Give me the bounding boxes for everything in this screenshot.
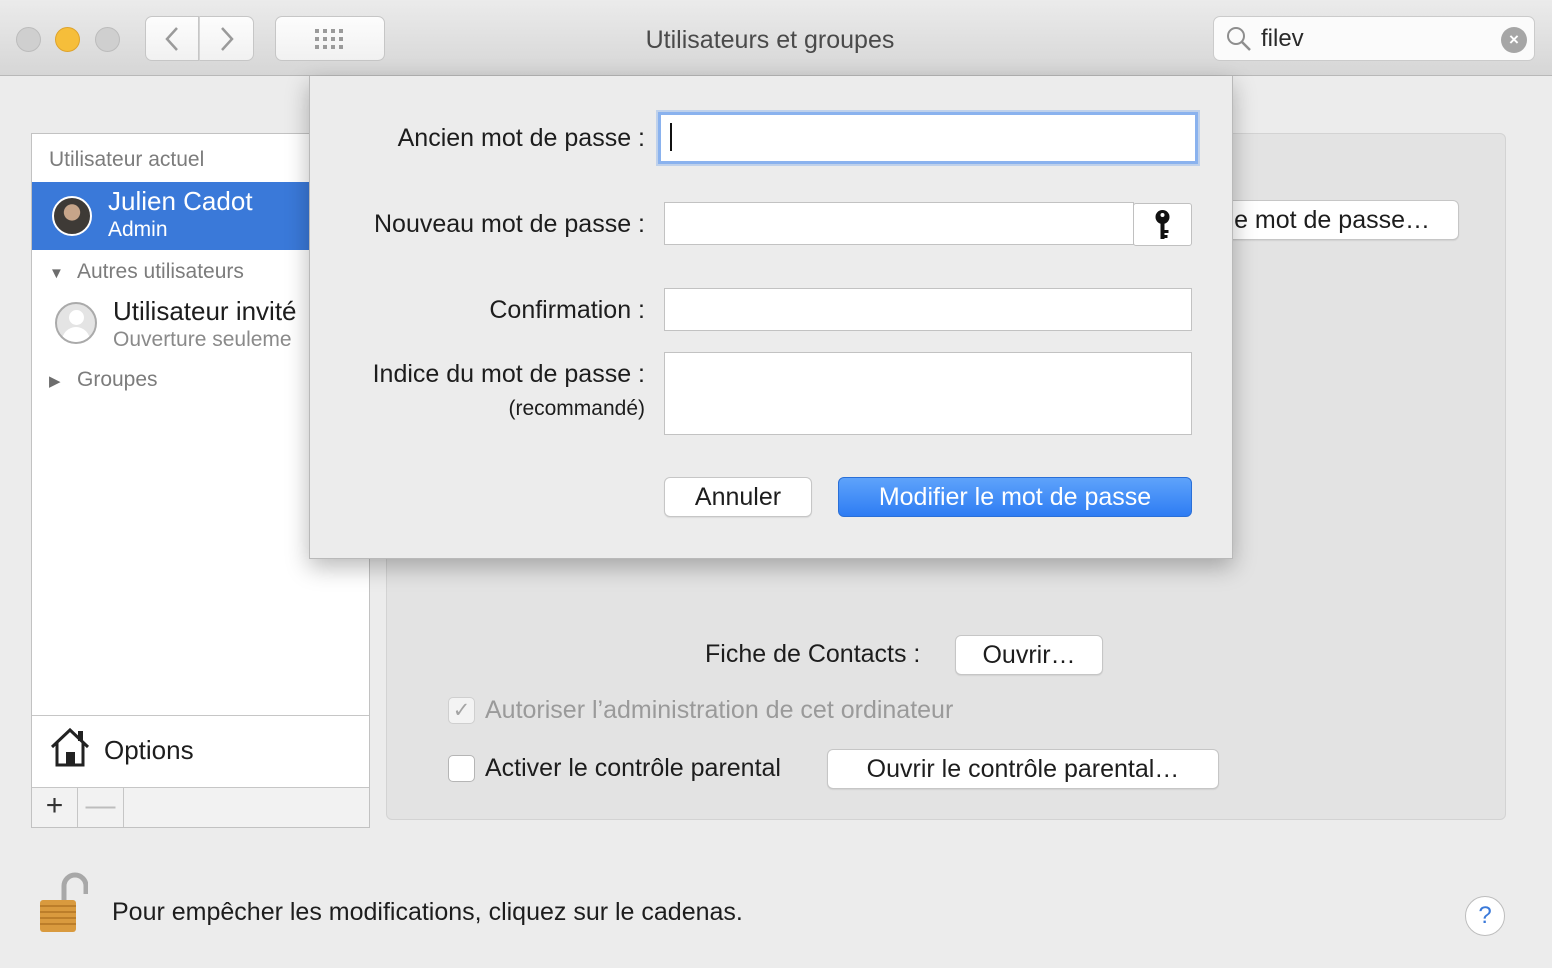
parental-control-label: Activer le contrôle parental bbox=[485, 754, 781, 782]
old-password-label: Ancien mot de passe : bbox=[397, 124, 645, 152]
triangle-right-icon: ▶ bbox=[49, 373, 61, 390]
window-title: Utilisateurs et groupes bbox=[645, 26, 895, 54]
old-password-field[interactable] bbox=[658, 112, 1198, 164]
open-parental-control-button[interactable]: Ouvrir le contrôle parental… bbox=[827, 749, 1219, 789]
guest-user-subtitle: Ouverture seuleme bbox=[113, 328, 292, 351]
allow-admin-label: Autoriser l’administration de cet ordina… bbox=[485, 696, 954, 724]
key-icon bbox=[1155, 210, 1170, 239]
groups-header: Groupes bbox=[77, 368, 158, 391]
back-button[interactable] bbox=[145, 16, 199, 61]
title-bar: Utilisateurs et groupes filev × bbox=[0, 0, 1552, 76]
current-user-name: Julien Cadot bbox=[108, 186, 253, 216]
zoom-window-button[interactable] bbox=[95, 27, 120, 52]
avatar bbox=[52, 196, 92, 236]
sidebar-toolbar: + — bbox=[32, 787, 369, 827]
options-label: Options bbox=[104, 735, 194, 765]
text-caret bbox=[670, 123, 672, 151]
padlock-open-icon[interactable] bbox=[36, 872, 88, 936]
clear-search-icon[interactable]: × bbox=[1501, 27, 1527, 53]
allow-admin-checkbox[interactable]: ✓ bbox=[448, 697, 475, 724]
help-button[interactable]: ? bbox=[1465, 896, 1505, 936]
other-users-disclosure[interactable]: ▼ Autres utilisateurs bbox=[49, 260, 244, 284]
triangle-down-icon: ▼ bbox=[49, 265, 64, 282]
cancel-button[interactable]: Annuler bbox=[664, 477, 812, 517]
contacts-card-label: Fiche de Contacts : bbox=[705, 640, 921, 668]
change-password-button[interactable]: e mot de passe… bbox=[1214, 200, 1459, 240]
lock-instruction-text: Pour empêcher les modifications, cliquez… bbox=[112, 898, 743, 926]
grid-icon bbox=[315, 28, 343, 49]
password-hint-label: Indice du mot de passe : bbox=[372, 360, 645, 388]
show-all-button[interactable] bbox=[275, 16, 385, 61]
search-input[interactable]: filev bbox=[1261, 25, 1304, 53]
guest-user-name[interactable]: Utilisateur invité bbox=[113, 296, 297, 327]
parental-control-checkbox[interactable] bbox=[448, 755, 475, 782]
close-window-button[interactable] bbox=[16, 27, 41, 52]
search-field[interactable]: filev × bbox=[1213, 16, 1535, 61]
confirmation-label: Confirmation : bbox=[489, 296, 645, 324]
password-hint-field[interactable] bbox=[664, 352, 1192, 435]
forward-button[interactable] bbox=[199, 16, 254, 61]
add-user-button[interactable]: + bbox=[32, 788, 78, 827]
login-options-item[interactable]: Options bbox=[32, 715, 369, 787]
search-icon bbox=[1227, 27, 1251, 51]
other-users-header: Autres utilisateurs bbox=[77, 260, 244, 283]
change-password-submit-button[interactable]: Modifier le mot de passe bbox=[838, 477, 1192, 517]
new-password-label: Nouveau mot de passe : bbox=[374, 210, 645, 238]
new-password-field[interactable] bbox=[664, 202, 1134, 245]
groups-disclosure[interactable]: ▶ Groupes bbox=[49, 368, 158, 392]
chevron-left-icon bbox=[165, 26, 178, 51]
current-user-role: Admin bbox=[108, 218, 168, 241]
password-hint-note: (recommandé) bbox=[508, 397, 645, 420]
remove-user-button[interactable]: — bbox=[78, 788, 124, 827]
current-user-header: Utilisateur actuel bbox=[49, 148, 205, 171]
change-password-sheet: Ancien mot de passe : Nouveau mot de pas… bbox=[309, 76, 1233, 559]
minimize-window-button[interactable] bbox=[55, 27, 80, 52]
open-contacts-button[interactable]: Ouvrir… bbox=[955, 635, 1103, 675]
chevron-right-icon bbox=[220, 26, 234, 51]
house-icon bbox=[50, 727, 90, 767]
guest-avatar bbox=[55, 302, 97, 344]
password-assistant-button[interactable] bbox=[1133, 203, 1192, 246]
confirmation-field[interactable] bbox=[664, 288, 1192, 331]
